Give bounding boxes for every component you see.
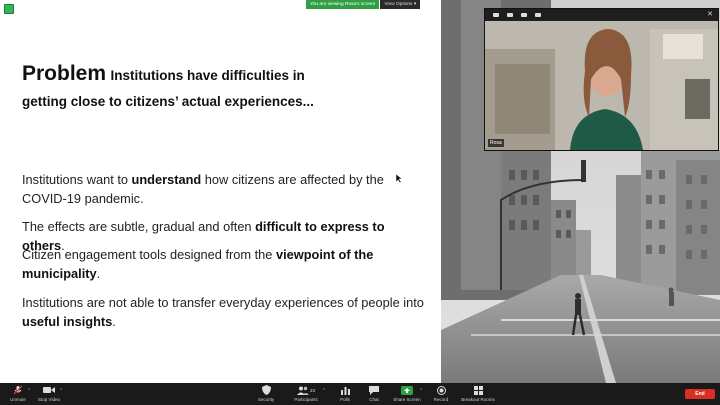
chat-button[interactable]: Chat [356,385,392,402]
zoom-logo-icon [4,4,14,14]
bullet-text: Institutions are not able to transfer ev… [22,295,424,310]
shield-icon [261,385,271,395]
meeting-toolbar: Unmute ^ Stop Video ^ Security 23 Partic… [0,383,720,405]
view-options-button[interactable]: View Options ▾ [380,0,421,9]
share-banner: You are viewing Rosa's screen View Optio… [306,0,421,9]
participants-button[interactable]: 23 Participants [288,385,324,402]
share-screen-icon [401,385,413,395]
slide-subtitle: getting close to citizens’ actual experi… [22,94,314,109]
chevron-down-icon: ▾ [413,2,417,7]
participant-name: Rosa [488,139,504,147]
participant-video-feed [485,9,718,150]
breakout-rooms-button[interactable]: Breakout Rooms [460,385,496,402]
bullet-text: Institutions want to [22,172,132,187]
mouse-cursor-icon [395,170,403,188]
video-icon [43,385,55,395]
record-label: Record [433,397,449,402]
bullet-text: . [96,266,101,281]
view-options-label: View Options [384,2,413,7]
bullet-paragraph: Institutions are not able to transfer ev… [22,293,427,331]
participants-count: 23 [309,387,315,393]
minimize-icon[interactable] [493,13,499,17]
chevron-up-icon[interactable]: ^ [420,388,422,394]
slide-title-rest: Institutions have difficulties in [110,68,305,83]
shared-screen: Problem Institutions have difficulties i… [0,0,720,383]
bullet-paragraph: Institutions want to understand how citi… [22,170,427,208]
speaker-view-icon[interactable] [535,13,541,17]
slide-title: Problem Institutions have difficulties i… [22,62,305,86]
participants-icon: 23 [296,385,315,395]
chat-icon [369,385,379,395]
polls-icon [340,385,350,395]
layout-icon[interactable] [507,13,513,17]
bullet-paragraph: Citizen engagement tools designed from t… [22,245,427,283]
slide-content: Problem Institutions have difficulties i… [0,0,441,383]
mic-muted-icon [13,385,23,395]
polls-label: Polls [340,397,350,402]
gallery-icon[interactable] [521,13,527,17]
breakout-rooms-icon [473,385,483,395]
bullet-text: . [112,314,116,329]
close-icon[interactable]: ✕ [707,9,713,21]
share-screen-label: Share Screen [393,397,421,402]
bullet-text: The effects are subtle, gradual and ofte… [22,219,256,234]
chat-label: Chat [369,397,379,402]
slide-title-main: Problem [22,62,107,85]
stop-video-label: Stop Video [38,397,60,402]
chevron-up-icon[interactable]: ^ [28,388,30,394]
security-button[interactable]: Security [248,385,284,402]
unmute-label: Unmute [10,397,26,402]
participants-label: Participants [294,397,318,402]
chevron-up-icon[interactable]: ^ [60,388,62,394]
bullet-emphasis: understand [131,172,202,187]
security-label: Security [257,397,275,402]
bullet-text: Citizen engagement tools designed from t… [22,247,276,262]
record-icon [436,385,446,395]
participant-video[interactable]: ✕ Rosa [484,8,719,151]
end-meeting-button[interactable]: End [685,389,715,399]
bullet-emphasis: useful insights [22,314,113,329]
video-toolbar: ✕ [485,9,718,21]
chevron-up-icon[interactable]: ^ [323,388,325,394]
record-button[interactable]: Record [423,385,459,402]
breakout-rooms-label: Breakout Rooms [461,397,495,402]
viewing-screen-label: You are viewing Rosa's screen [306,0,380,9]
